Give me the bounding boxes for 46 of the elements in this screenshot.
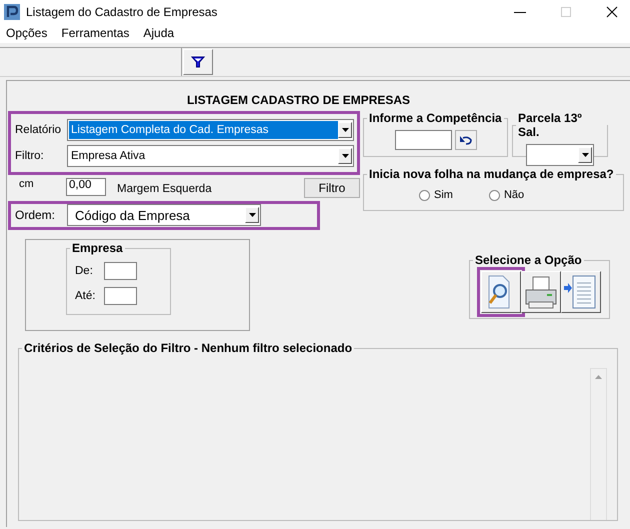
undo-icon — [460, 136, 472, 144]
caret-icon — [248, 213, 256, 217]
code-field[interactable] — [104, 262, 137, 280]
radio-button[interactable] — [488, 190, 500, 200]
window-title: Listagem do Cadastro de Empresas — [26, 4, 218, 18]
unit-label: cm — [19, 178, 35, 190]
group-title: Inicia nova folha na mudança de empresa? — [368, 167, 615, 181]
radio-label: Sim — [434, 189, 453, 201]
menu-item[interactable]: Ajuda — [143, 26, 174, 40]
margin-field[interactable]: 0,00 — [66, 178, 106, 196]
filter-button[interactable]: Filtro — [304, 178, 360, 198]
undo-button[interactable] — [454, 130, 476, 150]
filter-button[interactable] — [183, 49, 213, 75]
group-title: Informe a Competência — [368, 111, 503, 125]
dropdown[interactable]: Código da Empresa — [67, 204, 261, 226]
dropdown[interactable]: Empresa Ativa — [67, 145, 354, 167]
field-label: Ordem: — [15, 208, 56, 222]
printer-icon — [523, 274, 559, 310]
scroll-up-icon — [595, 375, 602, 379]
field-label: De: — [75, 265, 94, 277]
output-button[interactable] — [561, 271, 601, 313]
field-label: Filtro: — [15, 150, 45, 162]
app-logo-icon — [4, 4, 20, 20]
menu-item[interactable]: Ferramentas — [61, 26, 130, 40]
caret-icon — [342, 154, 348, 158]
form-heading: LISTAGEM CADASTRO DE EMPRESAS — [186, 92, 412, 109]
field-label: Margem Esquerda — [117, 183, 212, 195]
code-field[interactable] — [104, 287, 137, 305]
menu-item[interactable]: Opções — [6, 26, 48, 40]
radio-button[interactable] — [419, 190, 430, 200]
close-icon[interactable] — [606, 6, 618, 18]
caret-icon — [342, 128, 348, 132]
output-button[interactable] — [521, 271, 561, 313]
group-title: Empresa — [71, 241, 124, 255]
dropdown[interactable] — [526, 144, 594, 166]
group-title: Selecione a Opção — [474, 253, 583, 267]
date-field[interactable] — [394, 130, 452, 150]
group-title: Parcela 13º Sal. — [517, 111, 583, 139]
caret-icon — [582, 153, 588, 157]
radio-label: Não — [504, 189, 524, 201]
funnel-icon — [191, 56, 205, 68]
group-title: Critérios de Seleção do Filtro - Nenhum filtro selecionado — [23, 341, 354, 355]
field-label: Até: — [75, 290, 96, 302]
field-label: Relatório — [15, 124, 62, 136]
dropdown[interactable]: Listagem Completa do Cad. Empresas — [67, 119, 354, 141]
scrollbar[interactable] — [590, 368, 607, 520]
